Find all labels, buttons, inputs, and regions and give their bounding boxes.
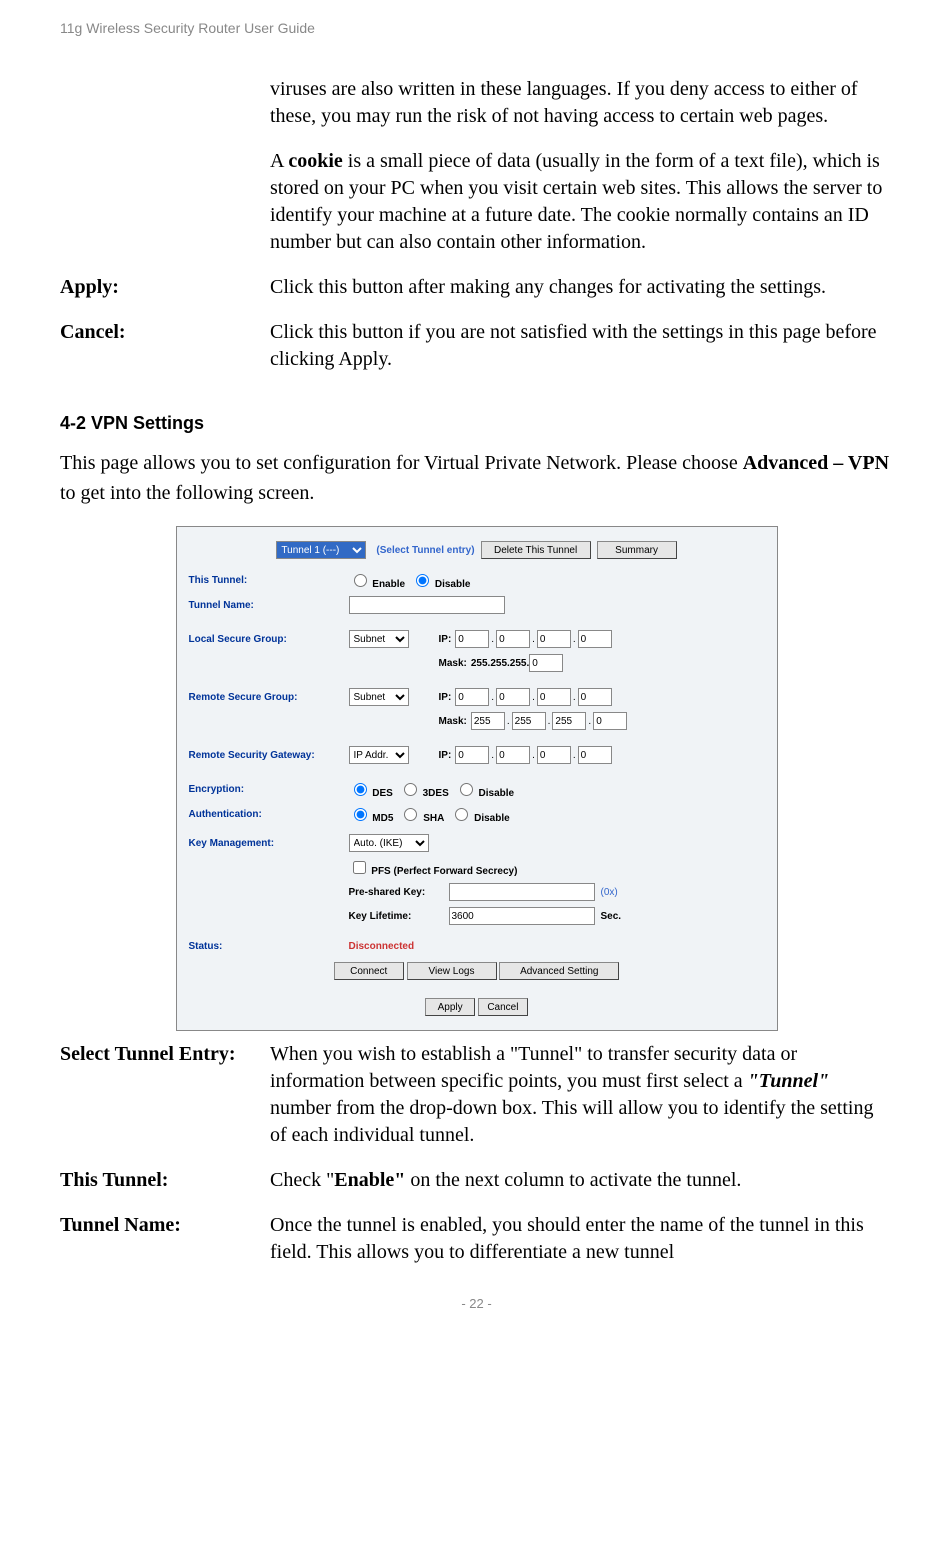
select-tunnel-hint: (Select Tunnel entry): [376, 545, 474, 556]
remote-mask-label: Mask:: [439, 716, 467, 727]
auth-disable-option[interactable]: Disable: [450, 805, 509, 824]
cancel-button[interactable]: Cancel: [478, 998, 528, 1016]
remote-gateway-type-select[interactable]: IP Addr.: [349, 746, 409, 764]
gateway-ip-oct4[interactable]: [578, 746, 612, 764]
remote-mask-oct4[interactable]: [593, 712, 627, 730]
tunnel-name-field-label: Tunnel Name:: [189, 600, 349, 611]
preshared-key-input[interactable]: [449, 883, 595, 901]
key-lifetime-suffix: Sec.: [601, 911, 622, 922]
key-lifetime-input[interactable]: [449, 907, 595, 925]
cancel-label: Cancel:: [60, 319, 270, 373]
gateway-ip-label: IP:: [439, 750, 452, 761]
encryption-des-option[interactable]: DES: [349, 780, 393, 799]
remote-secure-group-label: Remote Secure Group:: [189, 692, 349, 703]
local-ip-oct4[interactable]: [578, 630, 612, 648]
cookie-paragraph: A cookie is a small piece of data (usual…: [270, 148, 893, 256]
encryption-3des-option[interactable]: 3DES: [399, 780, 449, 799]
remote-ip-label: IP:: [439, 692, 452, 703]
preshared-key-suffix: (0x): [601, 887, 618, 898]
gateway-ip-oct3[interactable]: [537, 746, 571, 764]
remote-ip-oct1[interactable]: [455, 688, 489, 706]
local-ip-label: IP:: [439, 634, 452, 645]
apply-label: Apply:: [60, 274, 270, 301]
remote-ip-oct3[interactable]: [537, 688, 571, 706]
key-lifetime-label: Key Lifetime:: [349, 911, 449, 922]
local-mask-oct4[interactable]: [529, 654, 563, 672]
page-header: 11g Wireless Security Router User Guide: [60, 20, 893, 36]
status-value: Disconnected: [349, 941, 415, 952]
cancel-description: Click this button if you are not satisfi…: [270, 319, 893, 373]
gateway-ip-oct2[interactable]: [496, 746, 530, 764]
section-intro-paragraph: This page allows you to set configuratio…: [60, 448, 893, 508]
delete-tunnel-button[interactable]: Delete This Tunnel: [481, 541, 591, 559]
select-tunnel-entry-label: Select Tunnel Entry:: [60, 1041, 270, 1149]
tunnel-name-description: Once the tunnel is enabled, you should e…: [270, 1212, 893, 1266]
key-management-label: Key Management:: [189, 838, 349, 849]
tunnel-name-input[interactable]: [349, 596, 505, 614]
local-ip-oct2[interactable]: [496, 630, 530, 648]
local-secure-group-type-select[interactable]: Subnet: [349, 630, 409, 648]
remote-ip-oct4[interactable]: [578, 688, 612, 706]
tunnel-name-text-label: Tunnel Name:: [60, 1212, 270, 1266]
this-tunnel-field-label: This Tunnel:: [189, 575, 349, 586]
auth-sha-option[interactable]: SHA: [399, 805, 444, 824]
section-heading-vpn: 4-2 VPN Settings: [60, 413, 893, 434]
page-number: - 22 -: [60, 1296, 893, 1311]
advanced-setting-button[interactable]: Advanced Setting: [499, 962, 619, 980]
this-tunnel-description: Check "Enable" on the next column to act…: [270, 1167, 893, 1194]
encryption-disable-option[interactable]: Disable: [455, 780, 514, 799]
local-secure-group-label: Local Secure Group:: [189, 634, 349, 645]
this-tunnel-enable-option[interactable]: Enable: [349, 571, 406, 590]
gateway-ip-oct1[interactable]: [455, 746, 489, 764]
local-mask-prefix: 255.255.255.: [471, 658, 529, 669]
this-tunnel-text-label: This Tunnel:: [60, 1167, 270, 1194]
viruses-paragraph: viruses are also written in these langua…: [270, 76, 893, 130]
tunnel-entry-select[interactable]: Tunnel 1 (---): [276, 541, 366, 559]
vpn-settings-panel: Tunnel 1 (---) (Select Tunnel entry) Del…: [176, 526, 778, 1031]
remote-security-gateway-label: Remote Security Gateway:: [189, 750, 349, 761]
preshared-key-label: Pre-shared Key:: [349, 887, 449, 898]
apply-button[interactable]: Apply: [425, 998, 475, 1016]
status-label: Status:: [189, 941, 349, 952]
local-ip-oct1[interactable]: [455, 630, 489, 648]
view-logs-button[interactable]: View Logs: [407, 962, 497, 980]
local-ip-oct3[interactable]: [537, 630, 571, 648]
key-management-select[interactable]: Auto. (IKE): [349, 834, 429, 852]
encryption-label: Encryption:: [189, 784, 349, 795]
remote-secure-group-type-select[interactable]: Subnet: [349, 688, 409, 706]
spacer: [60, 76, 270, 256]
select-tunnel-entry-description: When you wish to establish a "Tunnel" to…: [270, 1041, 893, 1149]
apply-description: Click this button after making any chang…: [270, 274, 893, 301]
auth-md5-option[interactable]: MD5: [349, 805, 394, 824]
summary-button[interactable]: Summary: [597, 541, 677, 559]
authentication-label: Authentication:: [189, 809, 349, 820]
local-mask-label: Mask:: [439, 658, 467, 669]
remote-ip-oct2[interactable]: [496, 688, 530, 706]
this-tunnel-disable-option[interactable]: Disable: [411, 571, 470, 590]
pfs-checkbox[interactable]: PFS (Perfect Forward Secrecy): [349, 858, 518, 877]
connect-button[interactable]: Connect: [334, 962, 404, 980]
remote-mask-oct2[interactable]: [512, 712, 546, 730]
remote-mask-oct3[interactable]: [552, 712, 586, 730]
remote-mask-oct1[interactable]: [471, 712, 505, 730]
